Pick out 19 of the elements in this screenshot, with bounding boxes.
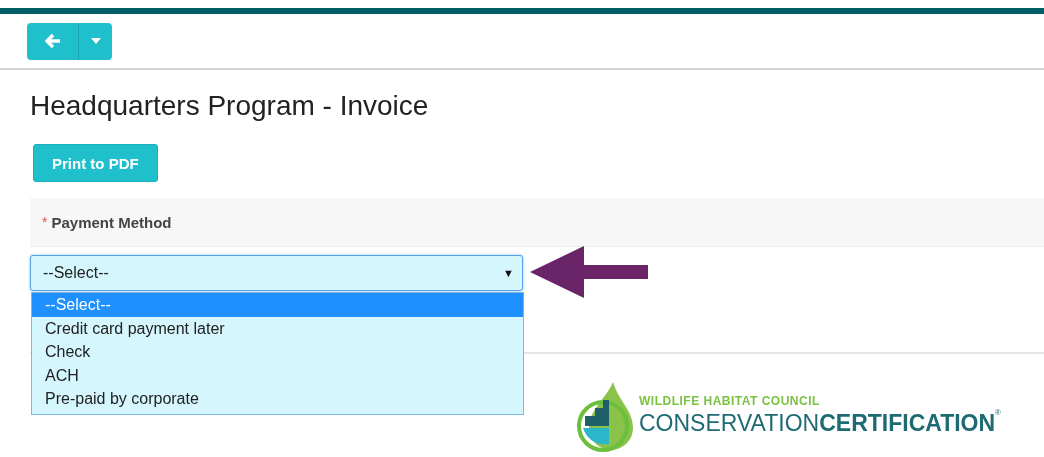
page-title: Headquarters Program - Invoice [30,89,430,123]
logo-wordmark: CERTIFICATION [819,410,996,438]
logo-tagline: WILDLIFE HABITAT COUNCIL [639,394,821,408]
logo-wordmark: CONSERVATION [639,409,820,438]
required-mark: * [42,214,48,230]
arrow-left-icon [44,33,61,49]
registered-mark: ® [995,408,1001,417]
dropdown-option[interactable]: Check [32,340,523,364]
dropdown-button[interactable] [79,22,112,60]
dropdown-option[interactable]: ACH [32,363,523,387]
back-button[interactable] [27,22,79,60]
dropdown-option[interactable]: Credit card payment later [32,316,523,340]
dropdown-option[interactable]: Pre-paid by corporate [32,387,523,411]
leaf-logo-icon [575,380,633,452]
field-label: Payment Method [51,213,172,231]
caret-icon [90,38,101,44]
caret-icon: ▼ [503,267,514,279]
arrow-left-icon [530,246,648,298]
payment-select[interactable]: --Select-- ▼ [30,255,523,291]
